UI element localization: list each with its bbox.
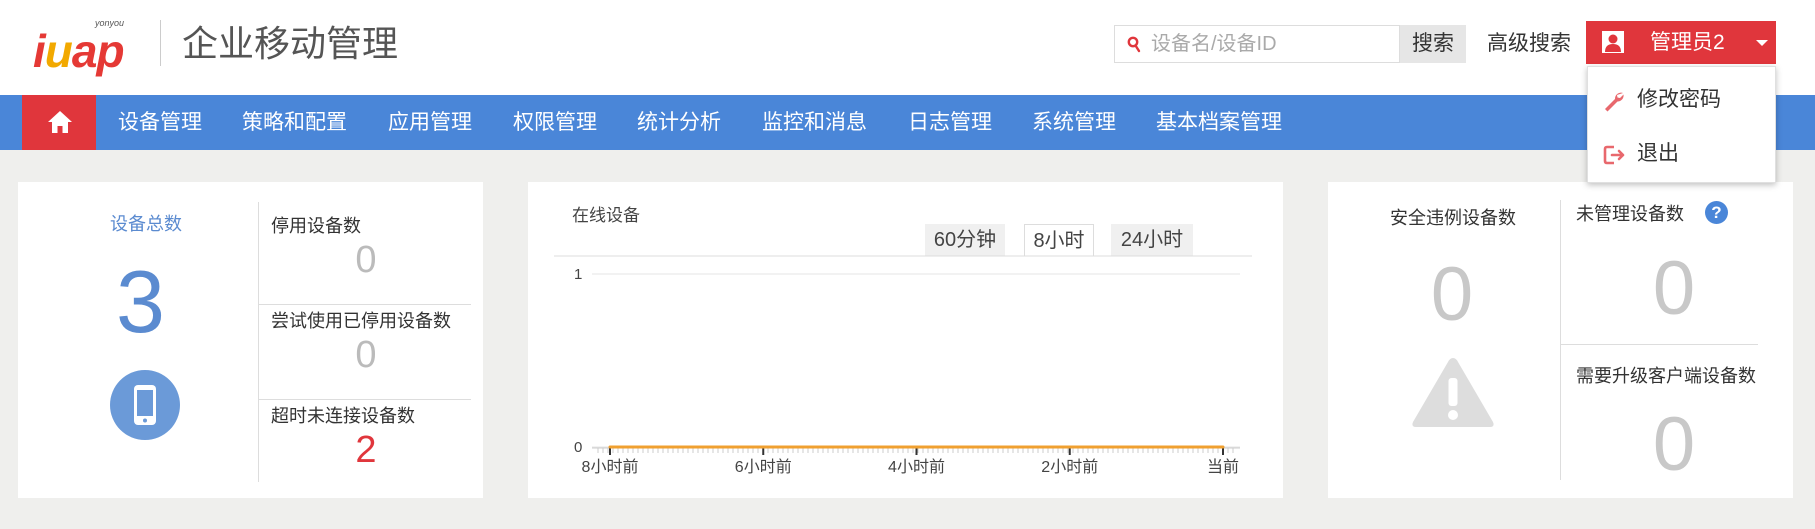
menu-item-logout[interactable]: 退出 xyxy=(1588,129,1777,179)
logo-wordmark: iuap xyxy=(33,25,125,77)
unmanaged-devices-value[interactable]: 0 xyxy=(1576,246,1772,332)
user-menu-button[interactable]: 管理员2 xyxy=(1586,21,1776,64)
nav-item-system-management[interactable]: 系统管理 xyxy=(1032,95,1116,150)
upgrade-client-devices-label: 需要升级客户端设备数 xyxy=(1576,366,1756,386)
y-tick-label: 0 xyxy=(574,439,582,456)
warning-icon xyxy=(1412,358,1494,427)
nav-item-device-management[interactable]: 设备管理 xyxy=(118,95,202,150)
iuap-logo[interactable]: yonyou iuap xyxy=(33,18,133,77)
data-point xyxy=(915,445,918,449)
nav-item-policy-config[interactable]: 策略和配置 xyxy=(242,95,347,150)
help-icon[interactable]: ? xyxy=(1705,201,1728,224)
stat-value[interactable]: 0 xyxy=(271,238,461,282)
user-icon xyxy=(1602,31,1624,53)
phone-icon xyxy=(134,385,156,425)
nav-item-app-management[interactable]: 应用管理 xyxy=(388,95,472,150)
nav-item-monitor-messages[interactable]: 监控和消息 xyxy=(762,95,867,150)
home-icon xyxy=(48,111,72,133)
nav-item-basic-archives[interactable]: 基本档案管理 xyxy=(1156,95,1282,150)
x-tick-label: 6小时前 xyxy=(735,458,792,476)
nav-item-permission-management[interactable]: 权限管理 xyxy=(513,95,597,150)
total-devices-value[interactable]: 3 xyxy=(116,252,165,352)
divider xyxy=(1560,200,1561,480)
divider xyxy=(259,399,471,400)
upgrade-client-devices-value[interactable]: 0 xyxy=(1576,402,1772,488)
menu-item-label: 退出 xyxy=(1637,142,1679,165)
stat-value[interactable]: 0 xyxy=(271,333,461,377)
search-input[interactable] xyxy=(1151,28,1391,60)
user-dropdown-menu: 修改密码 退出 xyxy=(1587,66,1776,183)
online-devices-chart: 1 08小时前 6小时前 4小时前 2小时前 当前 xyxy=(554,255,1252,476)
data-point xyxy=(761,445,765,449)
x-tick-label: 8小时前 xyxy=(582,458,639,476)
divider xyxy=(259,304,471,305)
search-button[interactable]: 搜索 xyxy=(1400,25,1466,63)
x-tick-label: 当前 xyxy=(1207,458,1239,476)
stat-value[interactable]: 2 xyxy=(271,428,461,472)
divider xyxy=(1560,344,1758,345)
divider xyxy=(258,202,259,482)
advanced-search-link[interactable]: 高级搜索 xyxy=(1487,29,1571,59)
nav-item-log-management[interactable]: 日志管理 xyxy=(908,95,992,150)
chevron-down-icon xyxy=(1756,40,1768,46)
violation-devices-label: 安全违例设备数 xyxy=(1390,208,1516,228)
unmanaged-devices-label: 未管理设备数 xyxy=(1576,204,1684,224)
logo-divider xyxy=(160,20,161,66)
app-title: 企业移动管理 xyxy=(182,23,399,64)
online-devices-panel: 在线设备 60分钟 8小时 24小时 1 0 8小时前 6小时前 4小时前 2小时前 当前 xyxy=(528,182,1283,498)
search-box xyxy=(1114,25,1400,63)
y-tick-label: 1 xyxy=(574,266,582,283)
data-point xyxy=(1221,445,1225,449)
wrench-icon xyxy=(1605,92,1624,112)
total-devices-label: 设备总数 xyxy=(110,214,182,234)
stat-label: 超时未连接设备数 xyxy=(271,406,415,426)
device-avatar xyxy=(110,370,180,440)
stat-label: 停用设备数 xyxy=(271,216,361,236)
data-point xyxy=(608,445,612,449)
device-summary-panel: 设备总数 3 停用设备数 0 尝试使用已停用设备数 0 超时未连接设备数 2 xyxy=(18,182,483,498)
nav-item-statistics[interactable]: 统计分析 xyxy=(637,95,721,150)
menu-item-label: 修改密码 xyxy=(1637,88,1721,111)
user-name: 管理员2 xyxy=(1650,31,1725,54)
search-icon xyxy=(1127,36,1141,53)
security-panel: 安全违例设备数 0 未管理设备数 ? 0 需要升级客户端设备数 0 xyxy=(1328,182,1793,498)
data-point xyxy=(1068,445,1072,449)
main-nav: 设备管理 策略和配置 应用管理 权限管理 统计分析 监控和消息 日志管理 系统管… xyxy=(0,95,1815,150)
x-tick-label: 2小时前 xyxy=(1041,458,1098,476)
stat-label: 尝试使用已停用设备数 xyxy=(271,311,451,331)
logout-icon xyxy=(1603,145,1625,165)
header: yonyou iuap 企业移动管理 搜索 高级搜索 管理员2 xyxy=(0,0,1815,95)
violation-devices-value[interactable]: 0 xyxy=(1390,252,1514,338)
home-button[interactable] xyxy=(22,95,96,150)
menu-item-change-password[interactable]: 修改密码 xyxy=(1588,75,1777,125)
x-tick-label: 4小时前 xyxy=(888,458,945,476)
